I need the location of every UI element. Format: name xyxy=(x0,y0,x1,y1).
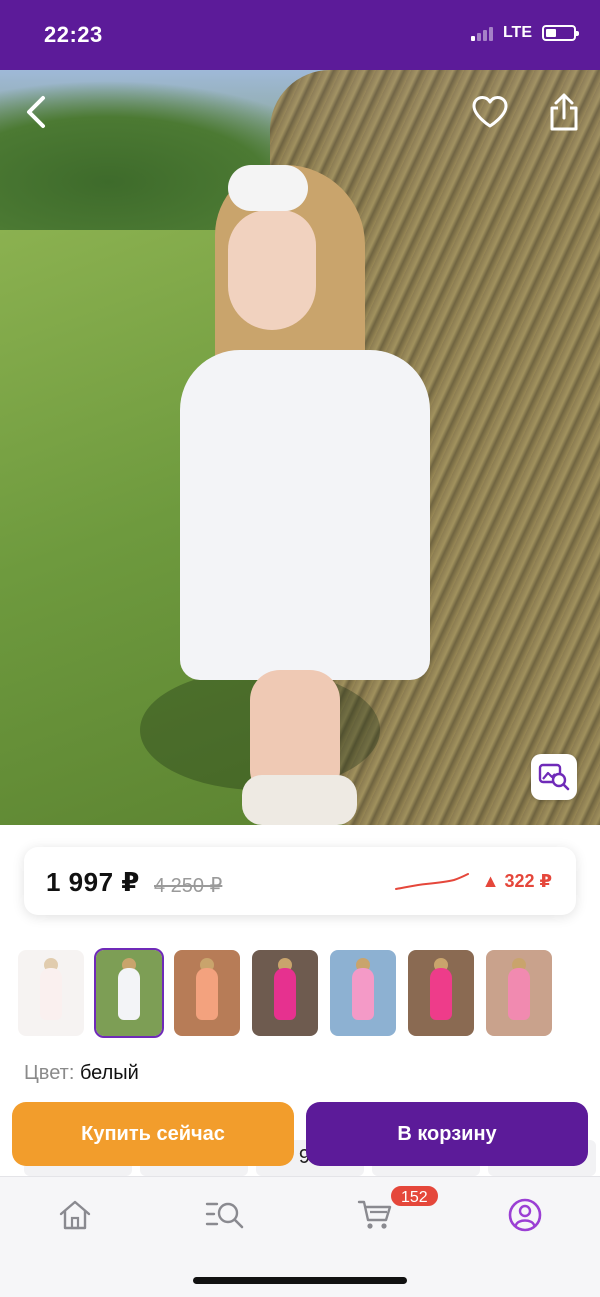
price-trend-icon xyxy=(395,873,469,890)
catalog-search-icon xyxy=(205,1202,244,1229)
visual-search-button[interactable] xyxy=(531,754,577,800)
thumbnail[interactable] xyxy=(94,948,164,1038)
heart-outline-icon xyxy=(472,96,508,128)
current-price: 1 997 ₽ xyxy=(46,867,140,897)
product-image[interactable] xyxy=(0,70,600,825)
thumbnail[interactable] xyxy=(330,950,396,1036)
action-bar: Купить сейчас В корзину xyxy=(0,1100,600,1170)
image-search-icon xyxy=(538,763,570,791)
thumbnail[interactable] xyxy=(408,950,474,1036)
status-indicators: LTE xyxy=(470,24,579,42)
home-indicator[interactable] xyxy=(193,1277,407,1284)
tab-profile[interactable] xyxy=(495,1193,555,1237)
favorite-button[interactable] xyxy=(466,88,514,136)
share-button[interactable] xyxy=(540,86,588,138)
battery-icon xyxy=(542,25,579,41)
tab-home[interactable] xyxy=(45,1193,105,1237)
thumbnail[interactable] xyxy=(18,950,84,1036)
home-icon xyxy=(59,1200,91,1230)
old-price: 4 250 ₽ xyxy=(154,875,223,897)
buy-now-button[interactable]: Купить сейчас xyxy=(12,1102,294,1166)
cart-icon xyxy=(357,1200,392,1229)
color-label: Цвет: xyxy=(24,1062,75,1084)
thumbnail[interactable] xyxy=(174,950,240,1036)
signal-icon xyxy=(470,25,493,41)
price-change: ▲ 322 ₽ xyxy=(481,871,552,891)
status-bar: 22:23 LTE xyxy=(0,0,600,70)
thumbnail-gallery xyxy=(18,948,600,1038)
profile-icon xyxy=(508,1198,542,1232)
status-time: 22:23 xyxy=(44,22,103,47)
back-button[interactable] xyxy=(14,88,58,136)
chevron-left-icon xyxy=(27,96,45,128)
thumbnail[interactable] xyxy=(252,950,318,1036)
color-value: белый xyxy=(79,1062,139,1084)
price-card[interactable]: 1 997 ₽ 4 250 ₽ ▲ 322 ₽ xyxy=(24,847,576,915)
color-row: Цвет: белый xyxy=(24,1062,139,1085)
cart-count-badge: 152 xyxy=(389,1184,440,1208)
add-to-cart-button[interactable]: В корзину xyxy=(306,1102,588,1166)
thumbnail[interactable] xyxy=(486,950,552,1036)
network-type: LTE xyxy=(502,24,532,41)
share-icon xyxy=(550,93,578,131)
tab-catalog[interactable] xyxy=(195,1193,255,1237)
